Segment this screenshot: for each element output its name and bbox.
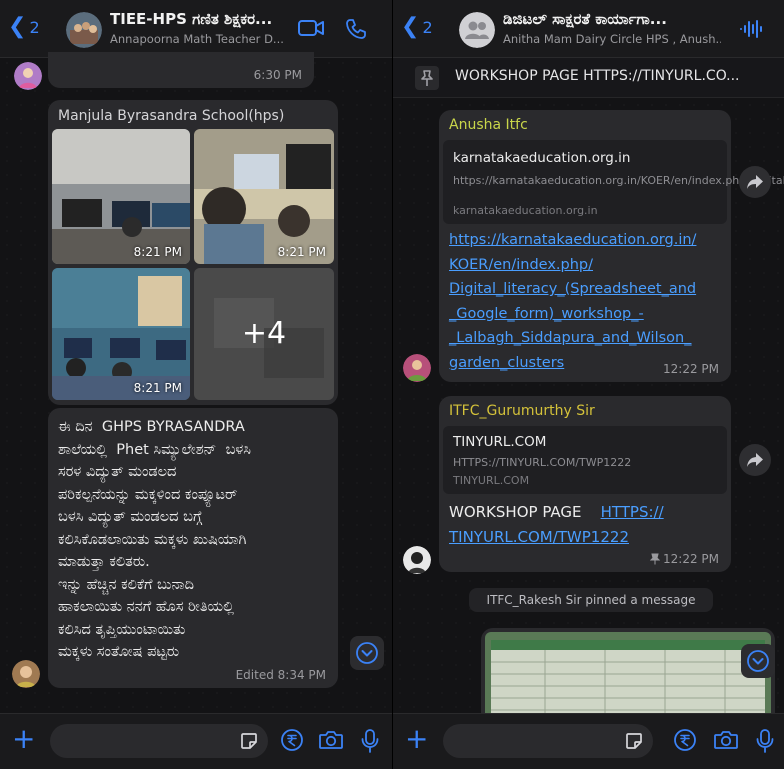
forward-button[interactable] [739,444,771,476]
spreadsheet-photo [485,632,771,724]
system-message: ITFC_Rakesh Sir pinned a message [469,588,713,612]
scroll-down-button[interactable] [350,636,384,670]
more-photos-tile[interactable]: +4 [194,268,334,400]
chat-header: ❮ 2 TIEE-HPS ಗಣಿತ ಶಿಕ್ಷಕರ... Annapoorna … [0,0,392,58]
message-text: WORKSHOP PAGE [449,503,582,521]
photo-time: 8:21 PM [277,245,326,259]
forward-icon [747,453,763,467]
sticker-icon[interactable] [240,732,258,750]
link-preview[interactable]: karnatakaeducation.org.in https://karnat… [443,140,784,224]
message-sender[interactable]: Manjula Byrasandra School(hps) [58,108,284,124]
link-line[interactable]: KOER/en/index.php/ [449,253,725,278]
sender-avatar[interactable] [403,546,431,574]
chevron-left-icon: ❮ [401,14,420,39]
back-button[interactable]: ❮ 2 [8,16,40,38]
message-sender[interactable]: ITFC_Gurumurthy Sir [449,403,595,419]
pinned-message-text: WORKSHOP PAGE HTTPS://TINYURL.CO... [455,68,740,84]
link-line[interactable]: HTTPS:// [601,503,664,521]
link-line[interactable]: Digital_literacy_(Spreadsheet_and [449,277,725,302]
photo-thumbnail[interactable]: 8:21 PM [52,129,190,264]
preview-title: TINYURL.COM [453,434,547,450]
link-message[interactable]: Anusha Itfc karnatakaeducation.org.in ht… [439,110,784,382]
message-time: 12:22 PM [663,552,719,566]
chat-pane-left: ❮ 2 TIEE-HPS ಗಣಿತ ಶಿಕ್ಷಕರ... Annapoorna … [0,0,392,769]
chat-members[interactable]: Annapoorna Math Teacher D... [110,32,288,46]
message-sender[interactable]: Anusha Itfc [449,117,528,133]
message-time: 12:22 PM [663,362,719,376]
link-line[interactable]: https://karnatakaeducation.org.in/ [449,228,725,253]
microphone-icon[interactable] [755,728,775,754]
microphone-icon[interactable] [360,728,380,754]
chat-pane-right: ❮ 2 ಡಿಜಿಟಲ್ ಸಾಕ್ಷರತೆ ಕಾರ್ಯಾಗಾ... Anitha … [392,0,784,769]
message-link[interactable]: https://karnatakaeducation.org.in/ KOER/… [449,228,725,375]
chevron-down-circle-icon [356,642,378,664]
preview-site: karnatakaeducation.org.in [453,204,598,217]
video-call-icon[interactable] [298,18,324,38]
unread-count: 2 [29,17,40,37]
sticker-icon[interactable] [625,732,643,750]
media-message[interactable]: Manjula Byrasandra School(hps) 8:21 PM 8… [48,100,338,405]
split-screen: ❮ 2 TIEE-HPS ಗಣಿತ ಶಿಕ್ಷಕರ... Annapoorna … [0,0,784,769]
message-input[interactable] [443,724,653,758]
message-input[interactable] [50,724,268,758]
rupee-icon[interactable] [673,728,697,752]
composer-bar: + [0,713,392,769]
pin-icon [415,66,439,90]
classroom-photo [194,129,334,264]
chat-members[interactable]: Anitha Mam Dairy Circle HPS , Anush... [503,32,721,46]
group-avatar[interactable] [66,12,102,48]
sender-avatar[interactable] [14,62,42,90]
photo-time: 8:21 PM [133,245,182,259]
message-time: 6:30 PM [253,68,302,82]
chevron-left-icon: ❮ [8,14,27,39]
pin-icon [650,553,660,565]
chat-header: ❮ 2 ಡಿಜಿಟಲ್ ಸಾಕ್ಷರತೆ ಕಾರ್ಯಾಗಾ... Anitha … [393,0,784,58]
forward-button[interactable] [739,166,771,198]
more-photos-count: +4 [241,316,287,351]
message-bubble[interactable]: 6:30 PM [48,52,314,88]
unread-count: 2 [422,17,433,37]
photo-thumbnail[interactable]: 8:21 PM [52,268,190,400]
preview-description: HTTPS://TINYURL.COM/TWP1222 [453,456,632,469]
photo-thumbnail[interactable]: 8:21 PM [194,129,334,264]
text-message[interactable]: ಈ ದಿನ GHPS BYRASANDRA ಶಾಲೆಯಲ್ಲಿ Phet ಸಿಮ… [48,408,338,688]
link-line[interactable]: TINYURL.COM/TWP1222 [449,525,664,550]
link-preview[interactable]: TINYURL.COM HTTPS://TINYURL.COM/TWP1222 … [443,426,727,494]
preview-title: karnatakaeducation.org.in [453,150,631,166]
message-text: ಈ ದಿನ GHPS BYRASANDRA ಶಾಲೆಯಲ್ಲಿ Phet ಸಿಮ… [58,419,252,660]
classroom-photo [52,129,190,264]
audio-waves-icon[interactable] [739,18,763,40]
message-time-row: 12:22 PM [650,552,719,566]
phone-call-icon[interactable] [345,18,367,40]
camera-icon[interactable] [713,728,739,752]
photo-time: 8:21 PM [133,381,182,395]
edited-time: Edited 8:34 PM [235,668,326,682]
plus-icon[interactable]: + [12,725,35,753]
preview-description: https://karnatakaeducation.org.in/KOER/e… [453,174,784,187]
preview-site: TINYURL.COM [453,474,530,487]
chat-title[interactable]: TIEE-HPS ಗಣಿತ ಶಿಕ್ಷಕರ... [110,10,288,28]
back-button[interactable]: ❮ 2 [401,16,433,38]
pinned-message-bar[interactable]: WORKSHOP PAGE HTTPS://TINYURL.CO... [393,58,784,98]
plus-icon[interactable]: + [405,725,428,753]
link-line[interactable]: _Lalbagh_Siddapura_and_Wilson_ [449,326,725,351]
camera-icon[interactable] [318,728,344,752]
sender-avatar[interactable] [403,354,431,382]
chevron-down-circle-icon [747,650,769,672]
message-body: WORKSHOP PAGE HTTPS:// TINYURL.COM/TWP12… [449,500,664,550]
composer-bar: + [393,713,784,769]
chat-title[interactable]: ಡಿಜಿಟಲ್ ಸಾಕ್ಷರತೆ ಕಾರ್ಯಾಗಾ... [503,10,721,28]
scroll-down-button[interactable] [741,644,775,678]
group-avatar-icon[interactable] [459,12,495,48]
link-line[interactable]: _Google_form)_workshop_- [449,302,725,327]
sender-avatar[interactable] [12,660,40,688]
rupee-icon[interactable] [280,728,304,752]
forward-icon [747,175,763,189]
link-message[interactable]: ITFC_Gurumurthy Sir TINYURL.COM HTTPS://… [439,396,731,572]
